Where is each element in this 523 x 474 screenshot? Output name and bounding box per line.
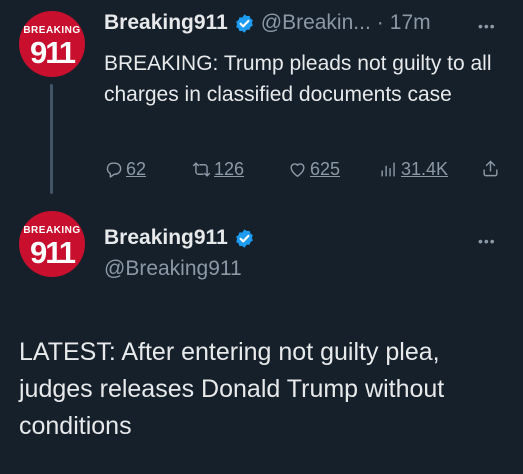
tweet1-header: Breaking911 @Breakin... · 17m (104, 11, 431, 35)
share-button[interactable] (481, 159, 500, 178)
retweet-icon (192, 162, 211, 177)
tweet1-more-options-icon[interactable]: ••• (478, 18, 496, 34)
tweet2-avatar[interactable]: BREAKING 911 (19, 211, 85, 277)
verified-badge-icon (235, 13, 253, 33)
retweet-count: 126 (214, 159, 245, 179)
heart-icon (290, 163, 305, 177)
tweet1-avatar[interactable]: BREAKING 911 (19, 11, 85, 77)
tweet2-more-options-icon[interactable]: ••• (478, 233, 496, 249)
tweet1-handle[interactable]: @Breakin... (261, 11, 371, 35)
tweet1-timestamp[interactable]: 17m (390, 11, 431, 35)
like-button[interactable]: 625 (288, 159, 340, 180)
thread-connector-line (50, 84, 53, 194)
views-icon (381, 162, 395, 177)
share-icon (483, 160, 498, 177)
retweet-button[interactable]: 126 (192, 159, 244, 180)
tweet1-text: BREAKING: Trump pleads not guilty to all… (104, 52, 492, 106)
tweet2-header: Breaking911 (104, 226, 255, 250)
reply-count: 62 (126, 159, 147, 179)
views-button[interactable]: 31.4K (379, 159, 448, 180)
verified-badge-icon (235, 228, 253, 248)
tweet2-handle[interactable]: @Breaking911 (104, 257, 242, 281)
tweet2-author-name[interactable]: Breaking911 (104, 226, 228, 250)
tweet1-separator: · (376, 11, 384, 34)
like-count: 625 (310, 159, 341, 179)
tweet2-text: LATEST: After entering not guilty plea, … (19, 338, 445, 440)
avatar-text-number: 911 (29, 35, 76, 70)
reply-button[interactable]: 62 (104, 159, 146, 180)
tweet1-author-name[interactable]: Breaking911 (104, 11, 228, 35)
avatar-text-number: 911 (29, 235, 76, 270)
reply-icon (106, 162, 122, 178)
views-count: 31.4K (401, 159, 449, 179)
